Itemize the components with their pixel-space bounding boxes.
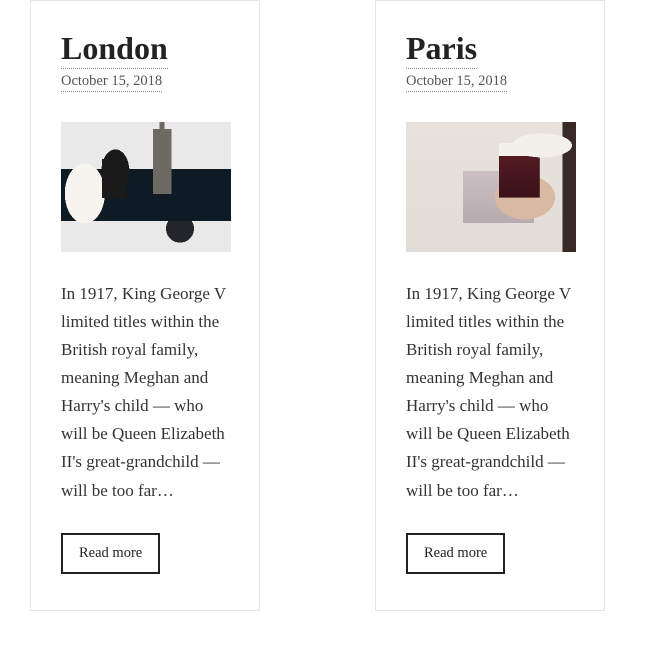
post-image[interactable] <box>61 122 231 252</box>
read-more-button[interactable]: Read more <box>61 533 160 574</box>
post-title[interactable]: London <box>61 31 168 69</box>
post-title[interactable]: Paris <box>406 31 477 69</box>
cards-row: London October 15, 2018 In 1917, King Ge… <box>0 0 665 611</box>
post-excerpt: In 1917, King George V limited titles wi… <box>61 280 229 504</box>
post-image[interactable] <box>406 122 576 252</box>
post-card-paris: Paris October 15, 2018 In 1917, King Geo… <box>375 0 605 611</box>
post-date[interactable]: October 15, 2018 <box>406 73 507 92</box>
read-more-button[interactable]: Read more <box>406 533 505 574</box>
post-date[interactable]: October 15, 2018 <box>61 73 162 92</box>
post-card-london: London October 15, 2018 In 1917, King Ge… <box>30 0 260 611</box>
post-excerpt: In 1917, King George V limited titles wi… <box>406 280 574 504</box>
